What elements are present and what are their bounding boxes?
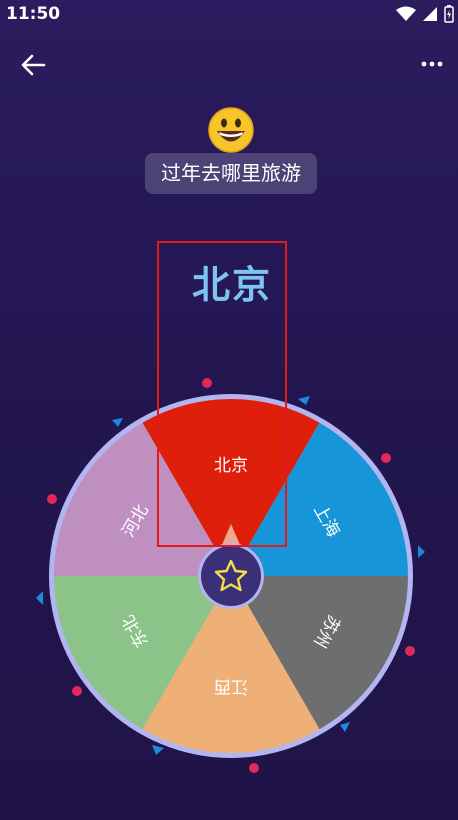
spin-wheel: 北京上海苏州江西东北河北 [36, 378, 425, 773]
rim-dot [249, 763, 259, 773]
rim-marker [112, 418, 123, 427]
rim-dot [202, 378, 212, 388]
rim-dot [72, 686, 82, 696]
rim-marker [36, 591, 43, 605]
wheel-slice-label: 江西 [214, 676, 248, 696]
rim-marker [152, 745, 164, 755]
wheel-slice-label: 北京 [214, 456, 248, 476]
rim-dot [381, 453, 391, 463]
rim-dot [47, 494, 57, 504]
rim-marker [418, 545, 425, 558]
rim-dot [405, 646, 415, 656]
rim-marker [340, 722, 350, 732]
spin-button[interactable] [198, 543, 264, 609]
rim-marker [298, 396, 310, 405]
